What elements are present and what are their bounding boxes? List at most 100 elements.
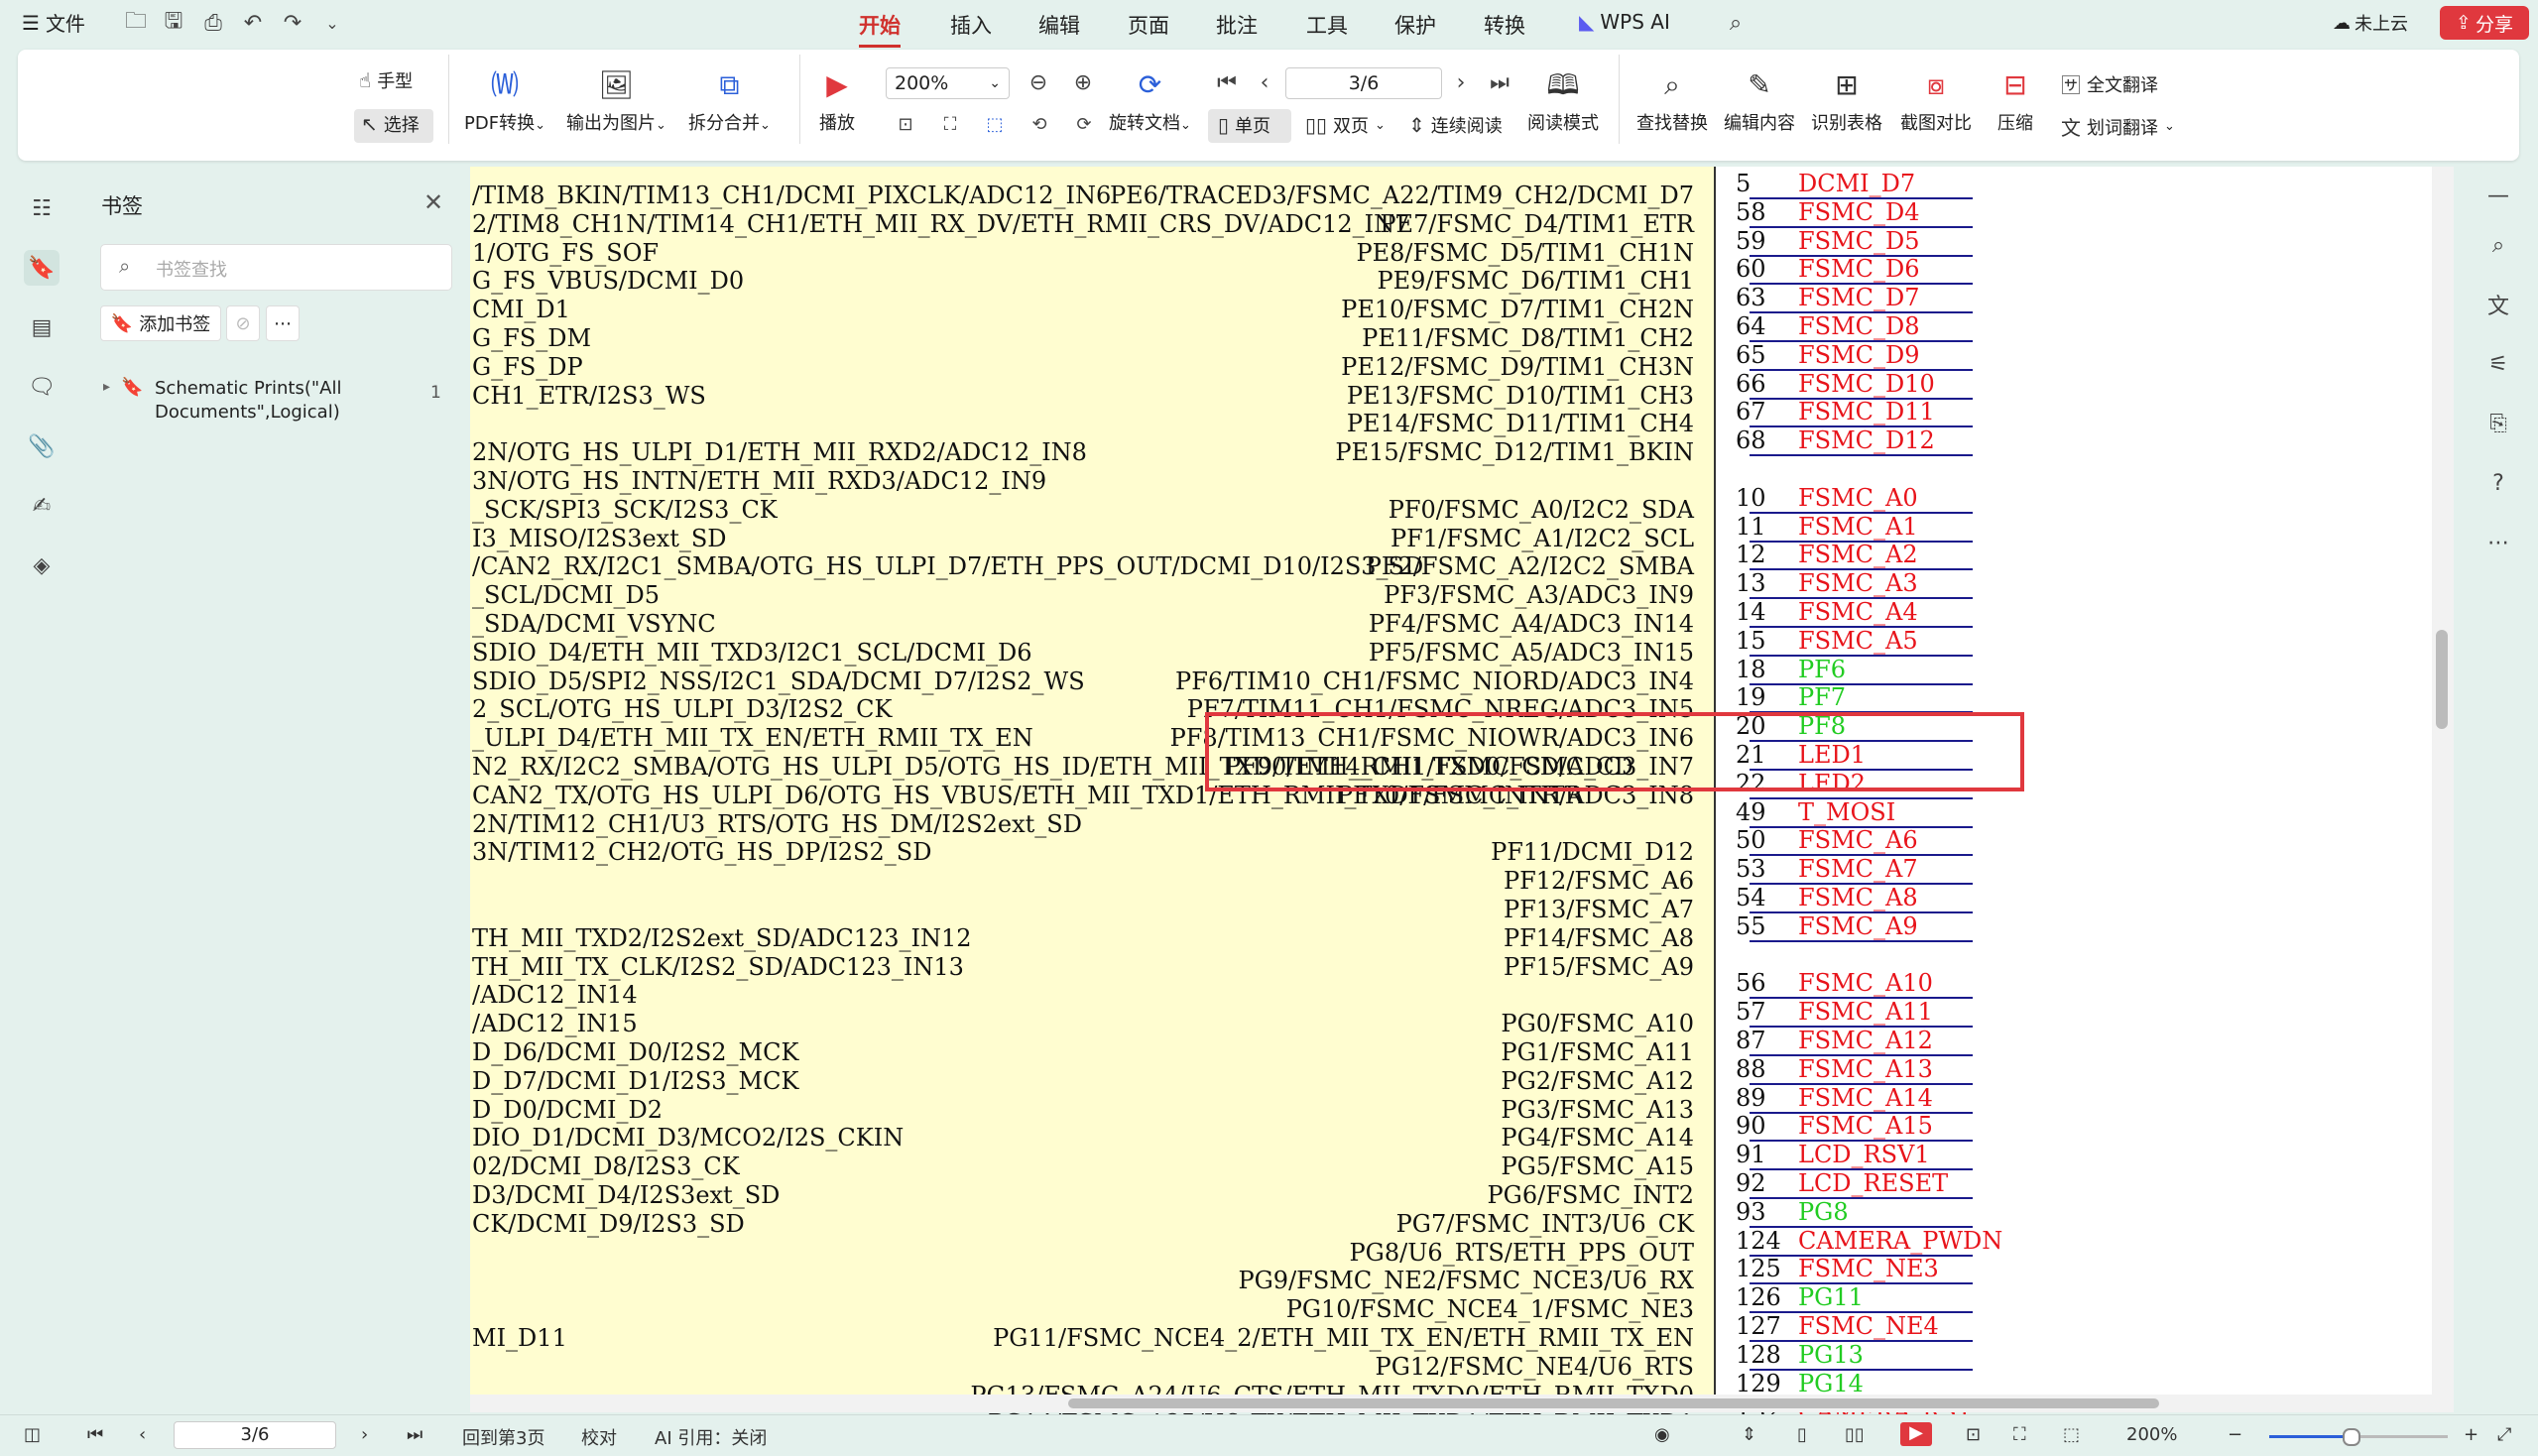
- cloud-status[interactable]: ☁ 未上云: [2333, 10, 2408, 36]
- tab-edit[interactable]: 编辑: [1038, 10, 1080, 40]
- signature-icon[interactable]: ✍: [24, 488, 60, 524]
- undo-icon[interactable]: ↶: [238, 8, 268, 38]
- full-translate-button[interactable]: 🈂 全文翻译: [2061, 69, 2158, 98]
- file-menu[interactable]: ☰ 文件: [22, 8, 85, 37]
- select-tool-button[interactable]: ↖ 选择: [361, 111, 420, 137]
- rotate-right-icon[interactable]: ⟳: [1069, 109, 1099, 139]
- tab-annotate[interactable]: 批注: [1216, 10, 1258, 40]
- first-page-icon[interactable]: ⏮: [87, 1424, 103, 1445]
- vertical-scroll-thumb[interactable]: [2436, 630, 2448, 729]
- edit-content-button[interactable]: ✎ 编辑内容: [1724, 67, 1795, 135]
- last-page-icon[interactable]: ⏭: [407, 1424, 423, 1445]
- find-doc-icon[interactable]: ⎘: [2481, 407, 2515, 440]
- single-page-button[interactable]: ▯ 单页: [1218, 112, 1270, 138]
- bookmark-search-input[interactable]: ⌕ 书签查找: [100, 244, 452, 291]
- close-icon[interactable]: ✕: [423, 188, 443, 216]
- first-page-icon[interactable]: ⏮: [1212, 67, 1242, 97]
- eye-protect-icon[interactable]: ◉: [1654, 1424, 1670, 1445]
- wps-ai-icon: ◣: [1579, 10, 1595, 34]
- pin-function-label: PF0/FSMC_A0/I2C2_SDA: [1388, 495, 1694, 524]
- redo-icon[interactable]: ↷: [278, 8, 307, 38]
- fit-width-icon[interactable]: ⬚: [980, 109, 1010, 139]
- tab-protect[interactable]: 保护: [1394, 10, 1436, 40]
- translate-icon[interactable]: 文: [2481, 288, 2515, 321]
- status-zoom-value[interactable]: 200%: [2126, 1424, 2177, 1445]
- next-page-icon[interactable]: ›: [1446, 67, 1476, 97]
- bookmark-tree-item[interactable]: ▸ 🔖 Schematic Prints("All Documents",Log…: [103, 377, 450, 426]
- pdf-convert-button[interactable]: 🄦 PDF转换⌄: [464, 67, 545, 135]
- add-bookmark-button[interactable]: 🔖 添加书签: [100, 305, 221, 341]
- help-icon[interactable]: ?: [2481, 466, 2515, 500]
- rotate-left-icon[interactable]: ⟲: [1025, 109, 1054, 139]
- tab-page[interactable]: 页面: [1128, 10, 1169, 40]
- search-icon[interactable]: ⌕: [1721, 8, 1751, 38]
- split-merge-button[interactable]: ⧉ 拆分合并⌄: [688, 67, 771, 135]
- find-replace-button[interactable]: ⌕ 查找替换: [1636, 67, 1708, 135]
- status-page-input[interactable]: 3/6: [174, 1421, 336, 1449]
- continuous-read-button[interactable]: ⇕ 连续阅读: [1408, 112, 1503, 138]
- sidebar-toggle-icon[interactable]: ◫: [24, 1424, 41, 1445]
- zoom-out-icon[interactable]: ⊖: [1024, 67, 1053, 97]
- compress-button[interactable]: ⊟ 压缩: [1997, 67, 2033, 135]
- screenshot-compare-button[interactable]: ⧇ 截图对比: [1900, 67, 1972, 135]
- actual-size-icon[interactable]: ⊡: [1966, 1424, 1981, 1445]
- more-icon[interactable]: ⋯: [2481, 526, 2515, 559]
- wps-ai-tab[interactable]: ◣ WPS AI: [1579, 10, 1670, 34]
- outline-icon[interactable]: ☷: [24, 190, 60, 226]
- share-button[interactable]: ⇪ 分享: [2440, 6, 2529, 40]
- proofread-button[interactable]: 校对: [581, 1424, 617, 1450]
- last-page-icon[interactable]: ⏭: [1485, 67, 1514, 97]
- zoom-select[interactable]: 200% ⌄: [886, 67, 1010, 99]
- attachment-icon[interactable]: 📎: [24, 428, 60, 464]
- prev-page-icon[interactable]: ‹: [139, 1424, 146, 1445]
- search-icon[interactable]: ⌕: [2481, 228, 2515, 262]
- play-button[interactable]: ▶ 播放: [819, 67, 855, 135]
- ai-quote-status[interactable]: AI 引用：关闭: [655, 1424, 767, 1450]
- zoom-in-icon[interactable]: +: [2464, 1424, 2478, 1445]
- collapse-icon[interactable]: —: [2481, 179, 2515, 212]
- prev-page-icon[interactable]: ‹: [1250, 67, 1279, 97]
- print-icon[interactable]: ⎙: [198, 8, 228, 38]
- actual-size-icon[interactable]: ⊡: [891, 109, 920, 139]
- play-icon[interactable]: ▶: [1900, 1422, 1932, 1446]
- back-to-page-button[interactable]: 回到第3页: [462, 1424, 544, 1450]
- tab-convert[interactable]: 转换: [1484, 10, 1525, 40]
- fullscreen-icon[interactable]: ⤢: [2497, 1424, 2511, 1445]
- hand-tool-button[interactable]: ☝ 手型: [359, 67, 413, 93]
- bookmark-title-line2: Documents",Logical): [155, 402, 340, 423]
- double-page-button[interactable]: ▯▯ 双页 ⌄: [1305, 112, 1386, 138]
- pin-function-label: PG2/FSMC_A12: [1501, 1066, 1694, 1095]
- continuous-view-icon[interactable]: ⇕: [1742, 1424, 1756, 1445]
- thumbnail-icon[interactable]: ▤: [24, 309, 60, 345]
- zoom-in-icon[interactable]: ⊕: [1068, 67, 1098, 97]
- vertical-scrollbar[interactable]: [2432, 167, 2454, 1412]
- fit-page-icon[interactable]: ⛶: [935, 109, 965, 139]
- page-input[interactable]: 3/6: [1285, 67, 1442, 99]
- export-image-button[interactable]: 🖼 输出为图片⌄: [566, 67, 666, 135]
- more-options-icon[interactable]: ⋯: [266, 305, 300, 341]
- double-view-icon[interactable]: ▯▯: [1845, 1424, 1865, 1445]
- comment-icon[interactable]: 🗨: [24, 369, 60, 405]
- bookmark-icon[interactable]: 🔖: [24, 250, 60, 286]
- settings-sliders-icon[interactable]: ⚟: [2481, 347, 2515, 381]
- read-mode-button[interactable]: 🕮 阅读模式: [1527, 67, 1599, 135]
- open-folder-icon[interactable]: 🗀: [121, 8, 151, 38]
- layers-icon[interactable]: ◈: [24, 547, 60, 583]
- tab-tools[interactable]: 工具: [1306, 10, 1348, 40]
- recognize-table-button[interactable]: ⊞ 识别表格: [1811, 67, 1882, 135]
- tab-home[interactable]: 开始: [859, 10, 901, 48]
- fit-width-icon[interactable]: ⬚: [2063, 1424, 2080, 1445]
- zoom-out-icon[interactable]: −: [2228, 1424, 2242, 1445]
- next-page-icon[interactable]: ›: [361, 1424, 368, 1445]
- save-icon[interactable]: 🖫: [159, 8, 188, 38]
- chevron-down-icon[interactable]: ⌄: [317, 8, 347, 38]
- horizontal-scroll-thumb[interactable]: [1068, 1398, 2159, 1408]
- remove-bookmark-icon[interactable]: ⊘: [226, 305, 260, 341]
- net-label: PG11: [1798, 1283, 1864, 1312]
- fit-page-icon[interactable]: ⛶: [2013, 1424, 2026, 1445]
- tab-insert[interactable]: 插入: [950, 10, 992, 40]
- rotate-doc-button[interactable]: ⟳ 旋转文档⌄: [1109, 67, 1191, 135]
- zoom-slider-handle[interactable]: [2343, 1428, 2360, 1446]
- single-view-icon[interactable]: ▯: [1797, 1424, 1807, 1445]
- word-translate-button[interactable]: 文 划词翻译 ⌄: [2061, 112, 2175, 141]
